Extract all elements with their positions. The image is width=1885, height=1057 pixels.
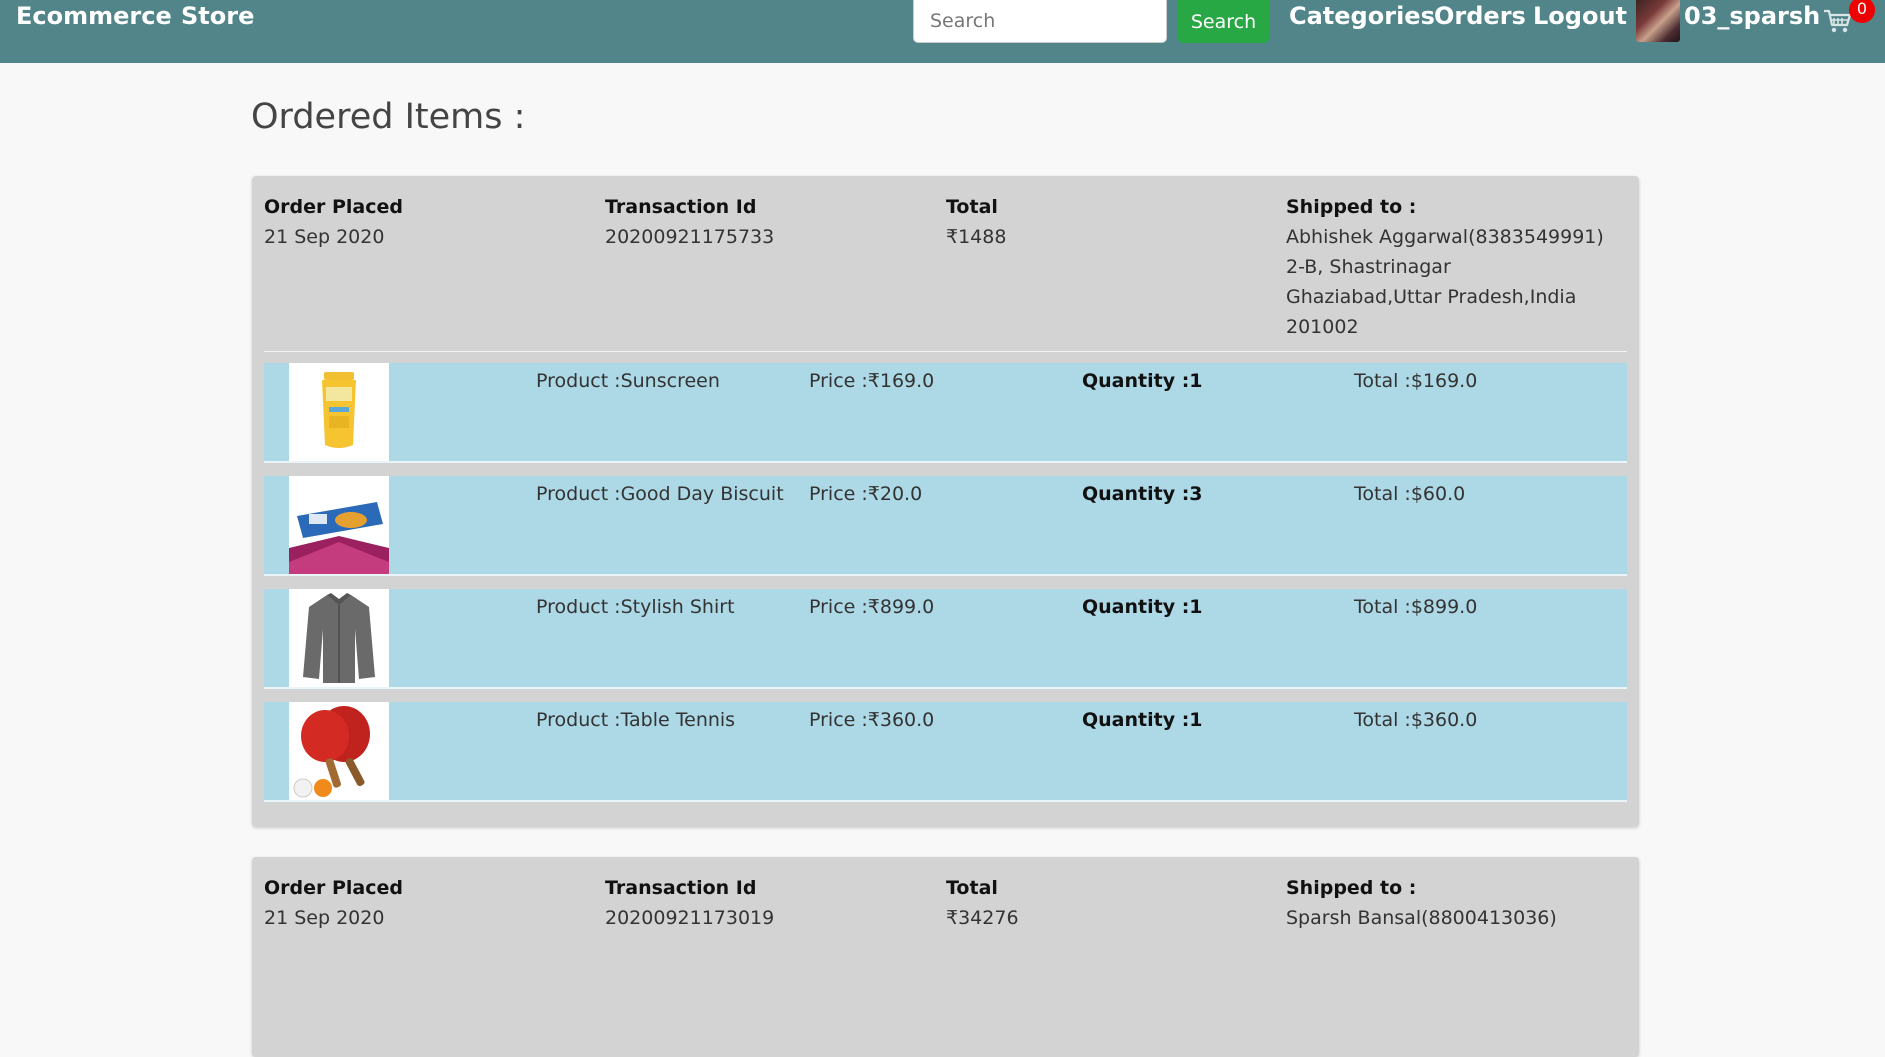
- biscuit-image[interactable]: [289, 476, 389, 574]
- product-quantity: Quantity :1: [1082, 709, 1203, 731]
- product-price: Price :₹360.0: [809, 709, 935, 731]
- orders-link[interactable]: Orders: [1434, 0, 1526, 33]
- order-item-row: Product :Stylish Shirt Price :₹899.0 Qua…: [264, 589, 1627, 689]
- product-quantity: Quantity :3: [1082, 483, 1203, 505]
- transaction-id: 20200921175733: [605, 226, 775, 248]
- order-total: Total ₹34276: [946, 873, 1019, 933]
- product-price: Price :₹20.0: [809, 483, 923, 505]
- search-input[interactable]: [913, 0, 1167, 43]
- order-total-value: ₹34276: [946, 907, 1019, 929]
- order-placed: Order Placed 21 Sep 2020: [264, 873, 403, 933]
- order-card: Order Placed 21 Sep 2020 Transaction Id …: [252, 857, 1639, 1057]
- product-price: Price :₹899.0: [809, 596, 935, 618]
- product-name: Product :Good Day Biscuit: [536, 483, 784, 505]
- cart-count-badge: 0: [1849, 0, 1875, 23]
- shipping-address: Shipped to : Sparsh Bansal(8800413036): [1286, 873, 1557, 933]
- avatar[interactable]: [1636, 0, 1680, 42]
- product-total: Total :$169.0: [1354, 370, 1478, 392]
- navbar: Ecommerce Store Search Categories Orders…: [0, 0, 1885, 63]
- order-placed-label: Order Placed: [264, 877, 404, 899]
- username-link[interactable]: 03_sparsh: [1684, 0, 1820, 33]
- product-name: Product :Table Tennis: [536, 709, 736, 731]
- shipped-to-label: Shipped to :: [1286, 196, 1417, 218]
- shirt-image[interactable]: [289, 589, 389, 687]
- categories-link[interactable]: Categories: [1289, 0, 1435, 33]
- shipping-address: Shipped to : Abhishek Aggarwal(838354999…: [1286, 192, 1604, 342]
- transaction-id: 20200921173019: [605, 907, 775, 929]
- order-item-row: Product :Good Day Biscuit Price :₹20.0 Q…: [264, 476, 1627, 576]
- transaction-label: Transaction Id: [605, 877, 757, 899]
- order-item-row: Product :Table Tennis Price :₹360.0 Quan…: [264, 702, 1627, 802]
- transaction: Transaction Id 20200921175733: [605, 192, 774, 252]
- product-total: Total :$899.0: [1354, 596, 1478, 618]
- shipped-to-label: Shipped to :: [1286, 877, 1417, 899]
- order-placed: Order Placed 21 Sep 2020: [264, 192, 403, 252]
- address-line: Sparsh Bansal(8800413036): [1286, 907, 1557, 929]
- brand-link[interactable]: Ecommerce: [16, 0, 172, 33]
- logout-link[interactable]: Logout: [1533, 0, 1627, 33]
- order-placed-label: Order Placed: [264, 196, 404, 218]
- product-total: Total :$360.0: [1354, 709, 1478, 731]
- product-quantity: Quantity :1: [1082, 370, 1203, 392]
- transaction-label: Transaction Id: [605, 196, 757, 218]
- sunscreen-image[interactable]: [289, 363, 389, 461]
- search-button[interactable]: Search: [1178, 0, 1269, 43]
- address-line: Ghaziabad,Uttar Pradesh,India: [1286, 286, 1577, 308]
- order-placed-date: 21 Sep 2020: [264, 226, 385, 248]
- address-line: 2-B, Shastrinagar: [1286, 256, 1451, 278]
- address-line: 201002: [1286, 316, 1359, 338]
- store-link[interactable]: Store: [181, 0, 254, 33]
- product-total: Total :$60.0: [1354, 483, 1466, 505]
- cart-icon[interactable]: [1822, 6, 1852, 36]
- order-total-label: Total: [946, 196, 998, 218]
- order-total-value: ₹1488: [946, 226, 1007, 248]
- page-title: Ordered Items :: [251, 97, 526, 137]
- product-name: Product :Stylish Shirt: [536, 596, 735, 618]
- divider: [264, 351, 1627, 352]
- order-card: Order Placed 21 Sep 2020 Transaction Id …: [252, 176, 1639, 827]
- order-total-label: Total: [946, 877, 998, 899]
- address-line: Abhishek Aggarwal(8383549991): [1286, 226, 1604, 248]
- table-tennis-image[interactable]: [289, 702, 389, 800]
- product-name: Product :Sunscreen: [536, 370, 720, 392]
- order-item-row: Product :Sunscreen Price :₹169.0 Quantit…: [264, 363, 1627, 463]
- order-total: Total ₹1488: [946, 192, 1006, 252]
- product-quantity: Quantity :1: [1082, 596, 1203, 618]
- order-placed-date: 21 Sep 2020: [264, 907, 385, 929]
- product-price: Price :₹169.0: [809, 370, 935, 392]
- transaction: Transaction Id 20200921173019: [605, 873, 774, 933]
